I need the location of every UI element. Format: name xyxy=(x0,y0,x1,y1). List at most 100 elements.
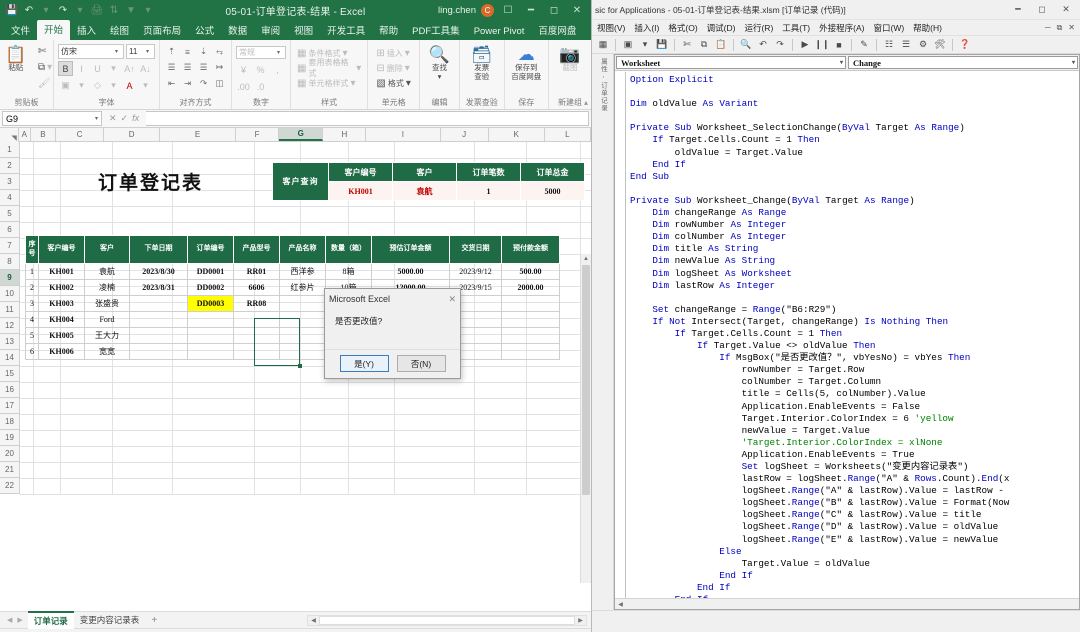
row-header-11[interactable]: 11 xyxy=(0,302,20,318)
number-format-select[interactable]: 常规 ▾ xyxy=(236,46,286,59)
row-header-5[interactable]: 5 xyxy=(0,206,20,222)
cell-customer[interactable]: 袁航 xyxy=(84,263,130,280)
cell-prepayment[interactable] xyxy=(501,343,560,360)
hscrollbar-thumb[interactable] xyxy=(319,615,575,625)
design-mode-icon[interactable]: ✎ xyxy=(857,38,871,52)
tab-home[interactable]: 开始 xyxy=(37,20,71,40)
row-header-4[interactable]: 4 xyxy=(0,190,20,206)
filter-icon[interactable]: ▼ xyxy=(123,2,139,18)
object-dropdown[interactable]: Worksheet ▾ xyxy=(616,56,846,69)
merge-cells-icon[interactable]: ◫ xyxy=(212,76,227,91)
restore-icon[interactable]: ◻ xyxy=(1035,4,1049,15)
scroll-up-icon[interactable]: ▲ xyxy=(581,254,591,265)
horizontal-scrollbar[interactable]: ◀ ▶ xyxy=(307,614,587,626)
row-header-14[interactable]: 14 xyxy=(0,350,20,366)
grow-font-button[interactable]: A↑ xyxy=(122,61,137,76)
chevron-down-icon[interactable]: ▾ xyxy=(106,61,121,76)
tab-power-pivot[interactable]: Power Pivot xyxy=(467,24,532,40)
row-header-2[interactable]: 2 xyxy=(0,158,20,174)
redo-dropdown-icon[interactable]: ▾ xyxy=(72,2,88,18)
wrap-text-icon[interactable]: ↷ xyxy=(196,76,211,91)
cell-customer[interactable]: Ford xyxy=(84,311,130,328)
sheet-tab-change-log[interactable]: 变更内容记录表 xyxy=(74,612,146,628)
shrink-font-button[interactable]: A↓ xyxy=(138,61,153,76)
paste-button[interactable]: 📋 粘贴 xyxy=(0,44,33,94)
cell-prepayment[interactable]: 500.00 xyxy=(501,263,560,280)
cell-product-name[interactable] xyxy=(279,295,326,312)
cell-customer-id[interactable]: KH006 xyxy=(38,343,85,360)
row-header-9[interactable]: 9 xyxy=(0,270,20,286)
menu-format[interactable]: 格式(O) xyxy=(668,22,697,34)
cell-order-id-highlighted[interactable]: DD0003 xyxy=(187,295,234,312)
row-header-10[interactable]: 10 xyxy=(0,286,20,302)
cell-order-date[interactable]: 2023/8/31 xyxy=(129,279,188,296)
cell-delivery-date[interactable]: 2023/9/12 xyxy=(449,263,502,280)
cancel-icon[interactable]: ✕ xyxy=(109,113,117,124)
align-right-icon[interactable]: ☰ xyxy=(196,60,211,75)
column-header-A[interactable]: A xyxy=(18,128,31,141)
insert-cells-button[interactable]: ⊞ 插入 ▾ xyxy=(374,46,412,60)
properties-pane-collapsed[interactable]: 属性 - 订单记录 xyxy=(592,54,614,610)
insert-function-icon[interactable]: fx xyxy=(132,113,139,124)
cell-order-date[interactable] xyxy=(129,311,188,328)
cell-product-model[interactable]: 6606 xyxy=(233,279,280,296)
undo-icon[interactable]: ↶ xyxy=(756,38,770,52)
cell-customer[interactable]: 凌楠 xyxy=(84,279,130,296)
column-header-G[interactable]: G xyxy=(278,128,324,141)
menu-addins[interactable]: 外接程序(A) xyxy=(819,22,864,34)
close-icon[interactable]: ✕ xyxy=(568,5,586,16)
format-as-table-button[interactable]: ▦ 套用表格格式 ▾ xyxy=(295,58,363,78)
cell-seq[interactable]: 2 xyxy=(25,279,39,296)
close-icon[interactable]: ✕ xyxy=(448,294,456,305)
cell-seq[interactable]: 5 xyxy=(25,327,39,344)
align-center-icon[interactable]: ☰ xyxy=(180,60,195,75)
procedure-dropdown[interactable]: Change ▾ xyxy=(848,56,1078,69)
tab-file[interactable]: 文件 xyxy=(4,21,37,40)
cell-customer-id[interactable]: KH005 xyxy=(38,327,85,344)
chevron-down-icon[interactable]: ▾ xyxy=(138,78,153,93)
tab-page-layout[interactable]: 页面布局 xyxy=(136,21,188,40)
cell-prepayment[interactable] xyxy=(501,311,560,328)
align-bottom-icon[interactable]: ⇣ xyxy=(196,44,211,59)
align-middle-icon[interactable]: ≡ xyxy=(180,44,195,59)
format-painter-button[interactable]: 🖌 xyxy=(36,76,54,90)
column-header-J[interactable]: J xyxy=(440,128,489,141)
minimize-doc-icon[interactable]: ─ xyxy=(1045,23,1051,33)
scroll-left-icon[interactable]: ◀ xyxy=(615,601,626,608)
cell-order-id[interactable] xyxy=(187,343,234,360)
cell-seq[interactable]: 6 xyxy=(25,343,39,360)
column-header-F[interactable]: F xyxy=(236,128,279,141)
format-cells-button[interactable]: ▧ 格式 ▾ xyxy=(374,76,412,90)
sheet-tab-orders[interactable]: 订单记录 xyxy=(27,611,74,629)
code-horizontal-scrollbar[interactable]: ◀ xyxy=(615,598,1079,609)
borders-icon[interactable]: ▣ xyxy=(58,78,73,93)
row-header-6[interactable]: 6 xyxy=(0,222,20,238)
delete-cells-button[interactable]: ⊟ 删除 ▾ xyxy=(374,61,412,75)
row-header-20[interactable]: 20 xyxy=(0,446,20,462)
add-sheet-icon[interactable]: + xyxy=(145,615,163,626)
row-header-18[interactable]: 18 xyxy=(0,414,20,430)
row-header-16[interactable]: 16 xyxy=(0,382,20,398)
cells-area[interactable]: 订单登记表 客户查询 客户编号 客户 订单笔数 订单总金 KH001 袁航 1 … xyxy=(20,142,591,495)
column-header-L[interactable]: L xyxy=(544,128,591,141)
chevron-down-icon[interactable]: ▾ xyxy=(74,78,89,93)
collapse-ribbon-icon[interactable]: ▴ xyxy=(584,98,588,107)
save-to-netdisk-button[interactable]: ☁ 保存到 百度网盘 xyxy=(509,44,543,94)
name-box[interactable]: G9 ▾ xyxy=(2,111,102,126)
increase-indent-icon[interactable]: ⇥ xyxy=(180,76,195,91)
cut-icon[interactable]: ✄ xyxy=(680,38,694,52)
font-color-icon[interactable]: A xyxy=(122,78,137,93)
decrease-indent-icon[interactable]: ⇤ xyxy=(164,76,179,91)
scroll-left-icon[interactable]: ◀ xyxy=(308,617,319,624)
break-icon[interactable]: ❙❙ xyxy=(814,38,829,52)
yes-button[interactable]: 是(Y) xyxy=(339,355,389,372)
column-header-C[interactable]: C xyxy=(55,128,105,141)
view-excel-icon[interactable]: ▦ xyxy=(596,38,610,52)
save-icon[interactable]: 💾 xyxy=(4,2,20,18)
cell-order-id[interactable]: DD0001 xyxy=(187,263,234,280)
cell-seq[interactable]: 4 xyxy=(25,311,39,328)
cell-customer-id[interactable]: KH001 xyxy=(38,263,85,280)
reset-icon[interactable]: ■ xyxy=(832,38,846,52)
row-header-21[interactable]: 21 xyxy=(0,462,20,478)
cell-product-name[interactable]: 红参片 xyxy=(279,279,326,296)
